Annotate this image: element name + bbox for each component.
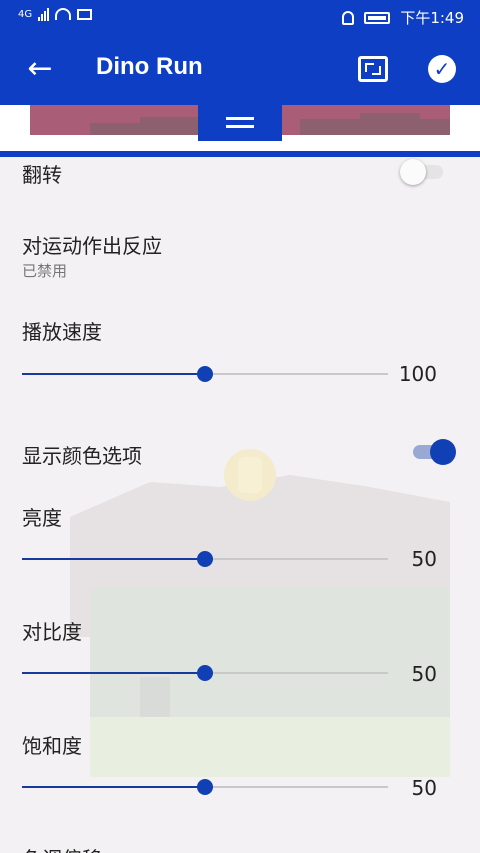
settings-panel: 翻转 对运动作出反应 已禁用 播放速度 100 显示颜色选项 亮度 50 对比度… (0, 157, 480, 853)
game-background-image (70, 449, 450, 777)
app-bar: ← Dino Run ✓ (0, 33, 480, 105)
wifi-icon (55, 8, 72, 20)
saturation-value: 50 (411, 776, 437, 800)
signal-icon (38, 7, 50, 21)
drag-handle[interactable] (198, 105, 282, 141)
crop-icon[interactable] (358, 56, 388, 82)
contrast-label: 对比度 (22, 620, 82, 644)
page-title: Dino Run (96, 53, 203, 80)
flip-label: 翻转 (22, 163, 62, 187)
saturation-slider[interactable] (22, 779, 388, 795)
confirm-check-icon[interactable]: ✓ (428, 55, 456, 83)
battery-icon (364, 11, 391, 24)
speed-slider[interactable] (22, 366, 388, 382)
preview-strip (0, 105, 480, 157)
saturation-label: 饱和度 (22, 734, 82, 758)
speed-value: 100 (398, 362, 437, 386)
mail-icon (77, 8, 93, 20)
motion-status: 已禁用 (22, 262, 68, 280)
flip-toggle[interactable] (400, 159, 446, 185)
color-options-toggle[interactable] (410, 439, 456, 465)
speed-label: 播放速度 (22, 320, 102, 344)
contrast-slider[interactable] (22, 665, 388, 681)
mute-icon (342, 10, 355, 25)
hue-label: 色调偏移 (22, 843, 102, 853)
brightness-label: 亮度 (22, 506, 62, 530)
brightness-value: 50 (411, 547, 437, 571)
back-arrow-icon[interactable]: ← (22, 49, 58, 89)
color-options-label: 显示颜色选项 (22, 444, 142, 468)
network-type: 4G (18, 8, 33, 20)
brightness-slider[interactable] (22, 551, 388, 567)
contrast-value: 50 (411, 662, 437, 686)
status-time: 下午1:49 (400, 9, 464, 27)
motion-label: 对运动作出反应 (22, 234, 162, 258)
status-bar: 4G 下午1:49 (0, 0, 480, 33)
